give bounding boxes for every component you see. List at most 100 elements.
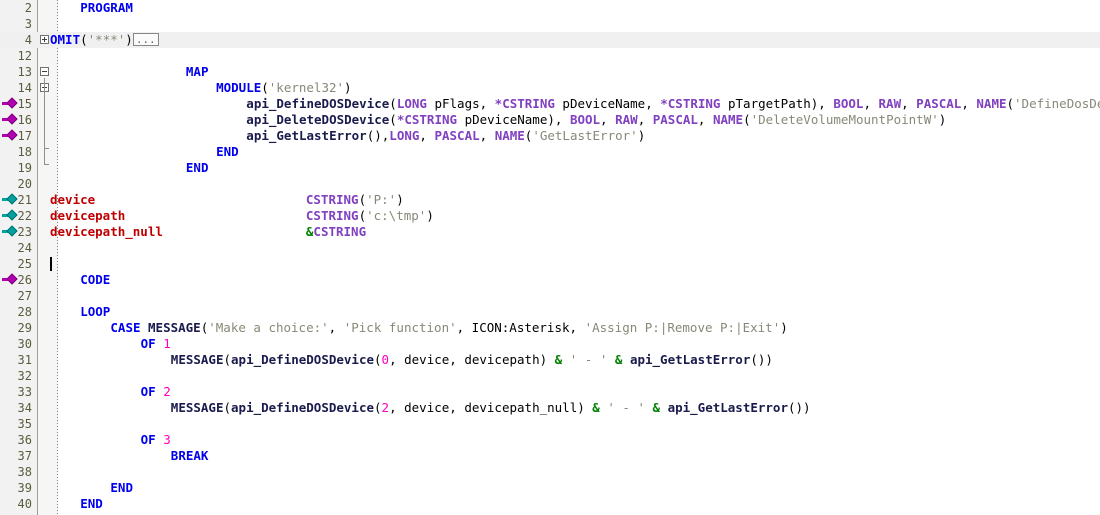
code-line[interactable]: 21 device CSTRING('P:') (0, 192, 1100, 208)
token-pl: , device, devicepath_null) (389, 400, 593, 415)
code-text[interactable]: OMIT('***')... (50, 32, 159, 48)
code-line[interactable]: 23 devicepath_null &CSTRING (0, 224, 1100, 240)
code-line[interactable]: 34 MESSAGE(api_DefineDOSDevice(2, device,… (0, 400, 1100, 416)
line-number: 39 (17, 481, 32, 495)
code-line[interactable]: 27 (0, 288, 1100, 304)
token-str: 'P:' (366, 192, 397, 207)
code-line[interactable]: 24 (0, 240, 1100, 256)
code-line[interactable]: 37 BREAK (0, 448, 1100, 464)
text-caret (50, 257, 52, 271)
marker-diamond-icon (6, 209, 18, 221)
bookmark-marker-icon[interactable] (2, 128, 20, 144)
breakpoint-marker-icon[interactable] (2, 208, 20, 224)
line-number: 20 (17, 177, 32, 191)
line-number: 25 (17, 257, 32, 271)
token-typ: PASCAL (434, 128, 480, 143)
code-line[interactable]: 29 CASE MESSAGE('Make a choice:', 'Pick f… (0, 320, 1100, 336)
code-text[interactable]: END (80, 496, 103, 512)
fold-collapse-icon[interactable] (40, 67, 49, 76)
code-text[interactable]: MESSAGE(api_DefineDOSDevice(0, device, d… (171, 352, 773, 368)
code-line[interactable]: 2 PROGRAM (0, 0, 1100, 16)
code-line[interactable]: 22 devicepath CSTRING('c:\tmp') (0, 208, 1100, 224)
marker-diamond-icon (6, 113, 18, 125)
code-line[interactable]: 35 (0, 416, 1100, 432)
code-text[interactable]: PROGRAM (80, 0, 133, 16)
code-text[interactable]: LOOP (80, 304, 110, 320)
code-line[interactable]: 4 OMIT('***')... (0, 32, 1100, 48)
token-pl: ( (389, 96, 397, 111)
token-pl: ( (743, 112, 751, 127)
bookmark-marker-icon[interactable] (2, 112, 20, 128)
token-typ: NAME (494, 128, 525, 143)
line-number: 12 (17, 49, 32, 63)
code-line[interactable]: 39 END (0, 480, 1100, 496)
breakpoint-marker-icon[interactable] (2, 192, 20, 208)
code-line[interactable]: 12 (0, 48, 1100, 64)
code-line[interactable]: 31 MESSAGE(api_DefineDOSDevice(0, device,… (0, 352, 1100, 368)
code-line[interactable]: 26 CODE (0, 272, 1100, 288)
code-line[interactable]: 28 LOOP (0, 304, 1100, 320)
breakpoint-marker-icon[interactable] (2, 224, 20, 240)
code-line[interactable]: 36 OF 3 (0, 432, 1100, 448)
code-line[interactable]: 13 MAP (0, 64, 1100, 80)
code-text[interactable]: MAP (186, 64, 209, 80)
line-number: 33 (17, 385, 32, 399)
collapsed-region-box[interactable]: ... (132, 33, 159, 46)
code-line[interactable]: 15 api_DefineDOSDevice(LONG pFlags, *CSTR… (0, 96, 1100, 112)
code-editor[interactable]: 2 PROGRAM 3 4 OMIT('***')... 12 13 MAP 14 MODULE(… (0, 0, 1100, 515)
code-text[interactable]: api_DeleteDOSDevice(*CSTRING pDeviceName… (246, 112, 946, 128)
line-number: 37 (17, 449, 32, 463)
line-highlight (0, 32, 1100, 48)
code-line[interactable]: 25 (0, 256, 1100, 272)
token-pl: ( (223, 400, 232, 415)
code-text[interactable]: OF 1 (141, 336, 171, 352)
token-pl: ( (374, 400, 382, 415)
bookmark-marker-icon[interactable] (2, 96, 20, 112)
code-line[interactable]: 3 (0, 16, 1100, 32)
code-text[interactable]: MESSAGE(api_DefineDOSDevice(2, device, d… (171, 400, 811, 416)
fold-guide-module-end (44, 148, 49, 149)
token-typ: LONG (396, 96, 427, 111)
token-amp: & (652, 400, 661, 415)
code-line[interactable]: 19 END (0, 160, 1100, 176)
code-text[interactable]: BREAK (171, 448, 209, 464)
code-line[interactable]: 33 OF 2 (0, 384, 1100, 400)
line-number: 36 (17, 433, 32, 447)
token-pl: ) (426, 208, 434, 223)
token-str: 'GetLastError' (532, 128, 638, 143)
code-line[interactable]: 16 api_DeleteDOSDevice(*CSTRING pDeviceNa… (0, 112, 1100, 128)
code-text[interactable]: END (216, 144, 239, 160)
code-line[interactable]: 40 END (0, 496, 1100, 512)
token-typ: CSTRING (305, 208, 359, 223)
code-text[interactable]: device CSTRING('P:') (50, 192, 404, 208)
code-line[interactable]: 14 MODULE('kernel32') (0, 80, 1100, 96)
line-number: 24 (17, 241, 32, 255)
fold-expand-icon[interactable] (40, 35, 49, 44)
code-line[interactable]: 32 (0, 368, 1100, 384)
token-pl: ) (780, 320, 788, 335)
code-text[interactable]: END (186, 160, 209, 176)
code-text[interactable]: MODULE('kernel32') (216, 80, 351, 96)
code-line[interactable]: 20 (0, 176, 1100, 192)
code-line[interactable]: 30 OF 1 (0, 336, 1100, 352)
code-line[interactable]: 38 (0, 464, 1100, 480)
code-text[interactable]: OF 3 (141, 432, 171, 448)
line-number: 32 (17, 369, 32, 383)
token-pl: ) (125, 32, 133, 47)
code-text[interactable]: OF 2 (141, 384, 171, 400)
code-text[interactable]: END (110, 480, 133, 496)
code-text[interactable]: api_GetLastError(),LONG, PASCAL, NAME('G… (246, 128, 645, 144)
token-kw: CODE (80, 272, 111, 287)
code-text[interactable]: api_DefineDOSDevice(LONG pFlags, *CSTRIN… (246, 96, 1100, 112)
code-text[interactable]: CASE MESSAGE('Make a choice:', 'Pick fun… (110, 320, 787, 336)
code-line[interactable]: 17 api_GetLastError(),LONG, PASCAL, NAME(… (0, 128, 1100, 144)
code-line[interactable]: 18 END (0, 144, 1100, 160)
code-text[interactable]: devicepath_null &CSTRING (50, 224, 366, 240)
bookmark-marker-icon[interactable] (2, 272, 20, 288)
token-pl: ()) (788, 400, 811, 415)
token-pl: , (479, 128, 495, 143)
marker-diamond-icon (6, 193, 18, 205)
code-text[interactable]: CODE (80, 272, 110, 288)
code-text[interactable]: devicepath CSTRING('c:\tmp') (50, 208, 434, 224)
token-amp: & (592, 400, 600, 415)
